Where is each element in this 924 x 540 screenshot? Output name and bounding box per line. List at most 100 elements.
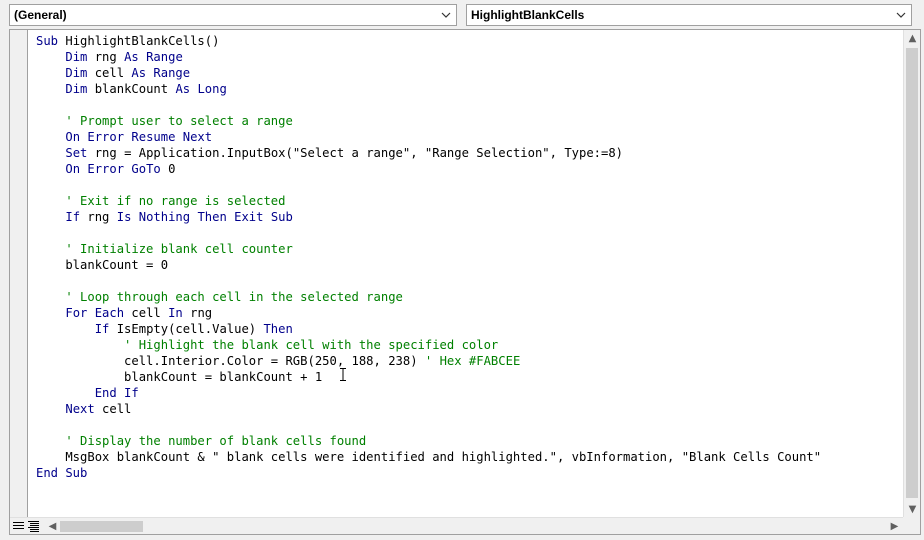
code-line[interactable]: If IsEmpty(cell.Value) Then — [36, 321, 900, 337]
horizontal-scrollbar[interactable]: ◀ ▶ — [10, 517, 903, 534]
comment-token: ' Hex #FABCEE — [424, 354, 521, 368]
keyword-token: Sub — [36, 34, 66, 48]
chevron-down-icon — [896, 12, 906, 18]
vertical-scroll-thumb[interactable] — [906, 48, 918, 498]
code-token: MsgBox blankCount & " blank cells were i… — [36, 450, 822, 464]
keyword-token: On Error GoTo — [65, 162, 169, 176]
code-editor[interactable]: Sub HighlightBlankCells() Dim rng As Ran… — [9, 29, 921, 535]
code-area[interactable]: Sub HighlightBlankCells() Dim rng As Ran… — [36, 33, 900, 517]
code-line[interactable]: cell.Interior.Color = RGB(250, 188, 238)… — [36, 353, 900, 369]
code-token: HighlightBlankCells() — [65, 34, 220, 48]
keyword-token: Is Nothing Then Exit Sub — [116, 210, 293, 224]
code-line[interactable]: Sub HighlightBlankCells() — [36, 33, 900, 49]
code-token: 0 — [168, 162, 176, 176]
keyword-token: For Each — [65, 306, 132, 320]
code-line[interactable]: ' Initialize blank cell counter — [36, 241, 900, 257]
code-token: cell.Interior.Color = RGB(250, 188, 238) — [36, 354, 425, 368]
keyword-token: End If — [94, 386, 139, 400]
procedure-dropdown[interactable]: HighlightBlankCells — [466, 4, 912, 26]
keyword-token: If — [65, 210, 88, 224]
code-line[interactable]: ' Prompt user to select a range — [36, 113, 900, 129]
procedure-dropdown-value: HighlightBlankCells — [471, 8, 585, 22]
code-line[interactable]: Dim rng As Range — [36, 49, 900, 65]
vertical-scrollbar[interactable]: ▲ ▼ — [903, 30, 920, 518]
code-line[interactable]: Dim cell As Range — [36, 65, 900, 81]
code-line[interactable]: Set rng = Application.InputBox("Select a… — [36, 145, 900, 161]
code-line[interactable] — [36, 225, 900, 241]
code-token: blankCount = 0 — [36, 258, 169, 272]
code-token: blankCount = blankCount + 1 — [36, 370, 323, 384]
code-token: cell — [131, 306, 169, 320]
scroll-up-arrow-icon[interactable]: ▲ — [904, 30, 921, 47]
full-module-view-icon[interactable] — [26, 518, 41, 534]
code-token: cell — [102, 402, 132, 416]
i-beam-cursor-icon — [340, 368, 346, 381]
comment-token: ' Highlight the blank cell with the spec… — [36, 338, 499, 352]
comment-token: ' Initialize blank cell counter — [36, 242, 293, 256]
keyword-token: Dim — [65, 50, 95, 64]
code-line[interactable] — [36, 273, 900, 289]
scroll-right-arrow-icon[interactable]: ▶ — [886, 518, 903, 535]
code-line[interactable]: On Error Resume Next — [36, 129, 900, 145]
code-line[interactable]: ' Loop through each cell in the selected… — [36, 289, 900, 305]
code-line[interactable]: End If — [36, 385, 900, 401]
code-line[interactable]: blankCount = 0 — [36, 257, 900, 273]
keyword-token: Set — [65, 146, 95, 160]
keyword-token: In — [168, 306, 191, 320]
code-token: IsEmpty(cell.Value) — [116, 322, 264, 336]
code-token: cell — [94, 66, 132, 80]
keyword-token: Next — [65, 402, 103, 416]
scroll-left-arrow-icon[interactable]: ◀ — [44, 518, 61, 535]
code-line[interactable]: If rng Is Nothing Then Exit Sub — [36, 209, 900, 225]
margin-indicator-bar[interactable] — [10, 30, 28, 518]
code-line[interactable]: MsgBox blankCount & " blank cells were i… — [36, 449, 900, 465]
code-token: rng — [87, 210, 117, 224]
code-line[interactable]: Next cell — [36, 401, 900, 417]
chevron-down-icon — [441, 12, 451, 18]
code-token: rng = Application.InputBox("Select a ran… — [94, 146, 624, 160]
code-line[interactable]: For Each cell In rng — [36, 305, 900, 321]
scroll-down-arrow-icon[interactable]: ▼ — [904, 501, 921, 518]
horizontal-scroll-thumb[interactable] — [60, 521, 143, 532]
comment-token: ' Exit if no range is selected — [36, 194, 286, 208]
object-dropdown[interactable]: (General) — [9, 4, 457, 26]
comment-token: ' Display the number of blank cells foun… — [36, 434, 367, 448]
code-token: rng — [190, 306, 213, 320]
keyword-token: As Long — [175, 82, 227, 96]
keyword-token: As Range — [124, 50, 183, 64]
code-line[interactable] — [36, 177, 900, 193]
keyword-token: End Sub — [36, 466, 88, 480]
code-line[interactable] — [36, 417, 900, 433]
keyword-token: Then — [263, 322, 293, 336]
keyword-token: As Range — [131, 66, 191, 80]
keyword-token: On Error Resume Next — [65, 130, 213, 144]
object-dropdown-value: (General) — [14, 8, 67, 22]
code-line[interactable]: ' Display the number of blank cells foun… — [36, 433, 900, 449]
code-line[interactable]: ' Highlight the blank cell with the spec… — [36, 337, 900, 353]
comment-token: ' Loop through each cell in the selected… — [36, 290, 403, 304]
code-line[interactable]: End Sub — [36, 465, 900, 481]
keyword-token: If — [94, 322, 117, 336]
code-line[interactable]: Dim blankCount As Long — [36, 81, 900, 97]
code-line[interactable]: ' Exit if no range is selected — [36, 193, 900, 209]
code-token: blankCount — [94, 82, 176, 96]
procedure-view-icon[interactable] — [11, 518, 26, 534]
code-line[interactable]: On Error GoTo 0 — [36, 161, 900, 177]
keyword-token: Dim — [65, 82, 95, 96]
code-token: rng — [94, 50, 125, 64]
scrollbar-corner — [903, 517, 920, 534]
code-line[interactable] — [36, 97, 900, 113]
comment-token: ' Prompt user to select a range — [36, 114, 293, 128]
keyword-token: Dim — [65, 66, 95, 80]
code-line[interactable]: blankCount = blankCount + 1 — [36, 369, 900, 385]
